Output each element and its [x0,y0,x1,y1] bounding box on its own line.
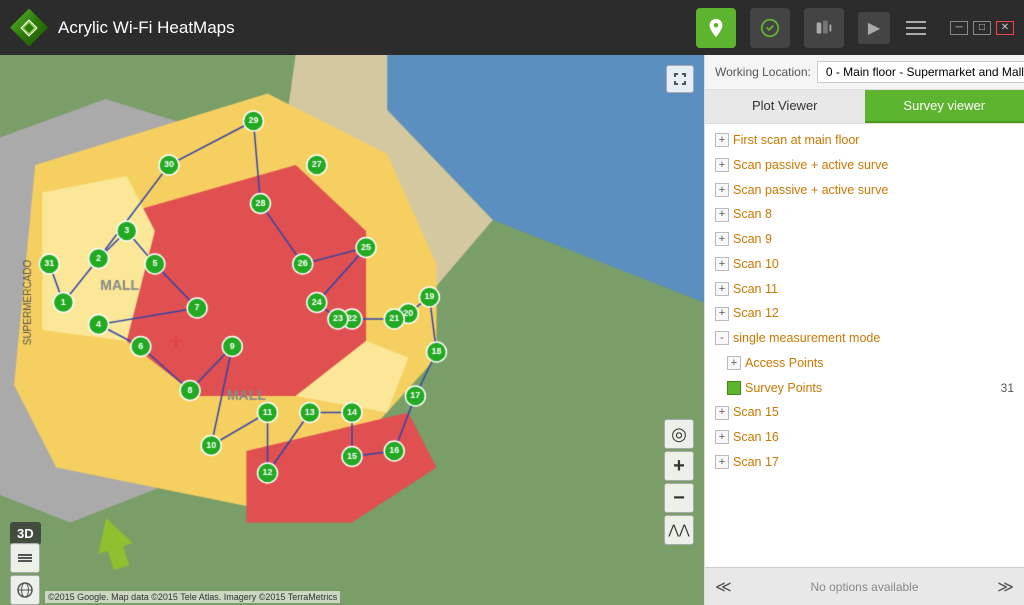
tree-expand-scan-passive-2[interactable]: + [715,183,729,197]
tab-bar: Plot Viewer Survey viewer [705,90,1024,124]
tree-expand-scan-8[interactable]: + [715,208,729,222]
tree-item-scan-11[interactable]: + Scan 11 [705,277,1024,302]
tree-label-scan-10: Scan 10 [733,255,779,274]
window-controls: ─ □ ✕ [950,21,1014,35]
close-button[interactable]: ✕ [996,21,1014,35]
tree-label-single-measurement: single measurement mode [733,329,880,348]
tree-item-survey-points[interactable]: Survey Points 31 [705,376,1024,401]
zoom-out-button[interactable]: − [664,483,694,513]
tab-survey-viewer[interactable]: Survey viewer [865,90,1024,123]
3d-button[interactable]: 3D [10,522,41,545]
scan-toolbar-btn[interactable] [750,8,790,48]
working-location-label: Working Location: [715,65,811,79]
tree-item-scan-8[interactable]: + Scan 8 [705,202,1024,227]
tree-expand-scan-15[interactable]: + [715,406,729,420]
tree-expand-first-scan[interactable]: + [715,133,729,147]
tree-item-scan-passive-2[interactable]: + Scan passive + active surve [705,178,1024,203]
titlebar: Acrylic Wi-Fi HeatMaps ▶ ─ □ ✕ [0,0,1024,55]
working-location-select[interactable]: 0 - Main floor - Supermarket and Mall [817,61,1024,83]
menu-button[interactable] [906,16,930,40]
tree-item-first-scan[interactable]: + First scan at main floor [705,128,1024,153]
settings-toolbar-btn[interactable] [804,8,844,48]
globe-button[interactable] [10,575,40,605]
working-location-bar: Working Location: 0 - Main floor - Super… [705,55,1024,90]
next-options-button[interactable]: ≫ [997,577,1014,597]
tree-label-first-scan: First scan at main floor [733,131,859,150]
tree-label-scan-9: Scan 9 [733,230,772,249]
tree-expand-scan-11[interactable]: + [715,282,729,296]
tree-expand-scan-17[interactable]: + [715,455,729,469]
tree-panel[interactable]: + First scan at main floor + Scan passive +… [705,124,1024,567]
tree-expand-scan-10[interactable]: + [715,257,729,271]
tree-expand-scan-passive-1[interactable]: + [715,158,729,172]
compass-button[interactable]: ◎ [664,419,694,449]
tree-item-scan-17[interactable]: + Scan 17 [705,450,1024,475]
tree-item-scan-10[interactable]: + Scan 10 [705,252,1024,277]
tree-item-scan-passive-1[interactable]: + Scan passive + active surve [705,153,1024,178]
tree-item-scan-12[interactable]: + Scan 12 [705,301,1024,326]
map-area[interactable]: 3D ◎ + − ⋀⋀ ©2015 Google. Map data ©2015… [0,55,704,605]
tree-label-scan-12: Scan 12 [733,304,779,323]
tree-label-scan-passive-2: Scan passive + active surve [733,181,888,200]
tree-item-single-measurement[interactable]: -single measurement mode [705,326,1024,351]
reset-north-button[interactable]: ⋀⋀ [664,515,694,545]
minimize-button[interactable]: ─ [950,21,968,35]
location-toolbar-btn[interactable] [696,8,736,48]
tree-label-scan-11: Scan 11 [733,280,778,299]
map-controls: ◎ + − ⋀⋀ [664,419,694,545]
bottom-bar: ≪ No options available ≫ [705,567,1024,605]
map-attribution: ©2015 Google. Map data ©2015 Tele Atlas.… [45,591,340,603]
prev-options-button[interactable]: ≪ [715,577,732,597]
tree-label-scan-8: Scan 8 [733,205,772,224]
tree-color-box-survey-points [727,381,741,395]
tree-item-scan-9[interactable]: + Scan 9 [705,227,1024,252]
tree-expand-access-points[interactable]: + [727,356,741,370]
tree-item-scan-15[interactable]: + Scan 15 [705,400,1024,425]
tree-label-scan-17: Scan 17 [733,453,779,472]
zoom-in-button[interactable]: + [664,451,694,481]
expand-map-button[interactable] [666,65,694,93]
tree-expand-scan-12[interactable]: + [715,307,729,321]
main-layout: 3D ◎ + − ⋀⋀ ©2015 Google. Map data ©2015… [0,55,1024,605]
tree-expand-single-measurement[interactable]: - [715,331,729,345]
play-button[interactable]: ▶ [858,12,890,44]
tree-expand-scan-16[interactable]: + [715,430,729,444]
layers-button[interactable] [10,543,40,573]
tree-expand-scan-9[interactable]: + [715,232,729,246]
tree-item-scan-16[interactable]: + Scan 16 [705,425,1024,450]
tree-label-scan-passive-1: Scan passive + active surve [733,156,888,175]
no-options-text: No options available [810,580,918,594]
tree-item-access-points[interactable]: + Access Points [705,351,1024,376]
tree-label-scan-16: Scan 16 [733,428,779,447]
maximize-button[interactable]: □ [973,21,991,35]
tree-label-scan-15: Scan 15 [733,403,779,422]
tree-label-access-points: Access Points [745,354,824,373]
tree-label-survey-points: Survey Points [745,379,822,398]
tree-badge-survey-points: 31 [1001,379,1014,397]
right-panel: Working Location: 0 - Main floor - Super… [704,55,1024,605]
tab-plot-viewer[interactable]: Plot Viewer [705,90,865,123]
map-canvas [0,55,704,605]
app-logo [10,9,48,47]
app-title: Acrylic Wi-Fi HeatMaps [58,18,235,38]
